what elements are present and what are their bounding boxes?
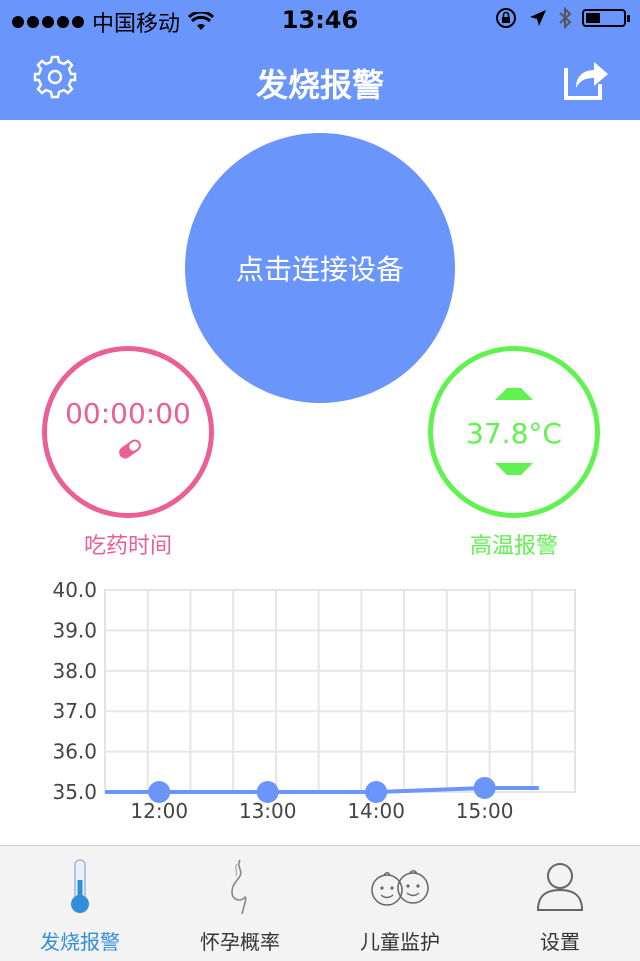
thermometer-icon xyxy=(71,859,89,913)
y-tick-label: 40.0 xyxy=(52,580,97,602)
pregnancy-icon xyxy=(231,859,247,915)
rotation-lock-icon xyxy=(496,8,516,28)
y-tick-label: 37.0 xyxy=(52,699,97,723)
temperature-alarm-label: 高温报警 xyxy=(469,534,558,559)
medicine-timer[interactable]: 00:00:00 xyxy=(42,346,214,518)
data-point xyxy=(473,776,496,799)
tab-label: 发烧报警 xyxy=(40,930,120,954)
medicine-time: 00:00:00 xyxy=(65,397,191,430)
battery-icon xyxy=(582,9,630,27)
connect-device-label: 点击连接设备 xyxy=(235,253,404,286)
y-tick-label: 35.0 xyxy=(52,780,97,804)
data-point xyxy=(365,781,388,803)
data-point xyxy=(256,781,279,803)
user-icon xyxy=(536,863,584,911)
location-icon xyxy=(530,10,546,26)
tab-label: 怀孕概率 xyxy=(200,930,280,954)
temperature-chart: 40.039.038.037.036.035.012:00 13:00 14:00 1… xyxy=(52,580,576,823)
medicine-time-label: 吃药时间 xyxy=(83,534,172,559)
tab-bar: 发烧报警 怀孕概率 儿童监护 设置 xyxy=(0,845,640,961)
y-tick-label: 36.0 xyxy=(52,740,97,764)
children-icon xyxy=(371,870,429,906)
chart-plot-area xyxy=(104,589,576,793)
page-title: 发烧报警 xyxy=(255,66,384,104)
y-tick-label: 39.0 xyxy=(52,618,97,642)
decrease-arrow-icon[interactable] xyxy=(495,459,533,477)
tab-child-monitor[interactable]: 儿童监护 xyxy=(320,846,480,961)
connect-device-button[interactable]: 点击连接设备 xyxy=(185,133,455,403)
status-bar: 中国移动 13:46 xyxy=(0,0,640,40)
tab-fever-alarm[interactable]: 发烧报警 xyxy=(0,846,160,961)
tab-settings[interactable]: 设置 xyxy=(480,846,640,961)
nav-bar: 发烧报警 xyxy=(0,40,640,120)
y-tick-label: 38.0 xyxy=(52,659,97,683)
alarm-temperature: 37.8°C xyxy=(466,417,562,450)
status-right xyxy=(494,6,630,30)
temperature-alarm: 37.8°C xyxy=(428,346,600,518)
tab-label: 设置 xyxy=(540,930,580,954)
pill-icon xyxy=(119,439,141,459)
tab-label: 儿童监护 xyxy=(360,930,440,954)
increase-arrow-icon[interactable] xyxy=(495,386,533,404)
x-tick-label: 15:00 xyxy=(456,799,514,823)
data-point xyxy=(148,781,171,803)
bluetooth-icon xyxy=(559,6,572,30)
share-icon[interactable] xyxy=(562,54,610,102)
tab-pregnancy[interactable]: 怀孕概率 xyxy=(160,846,320,961)
